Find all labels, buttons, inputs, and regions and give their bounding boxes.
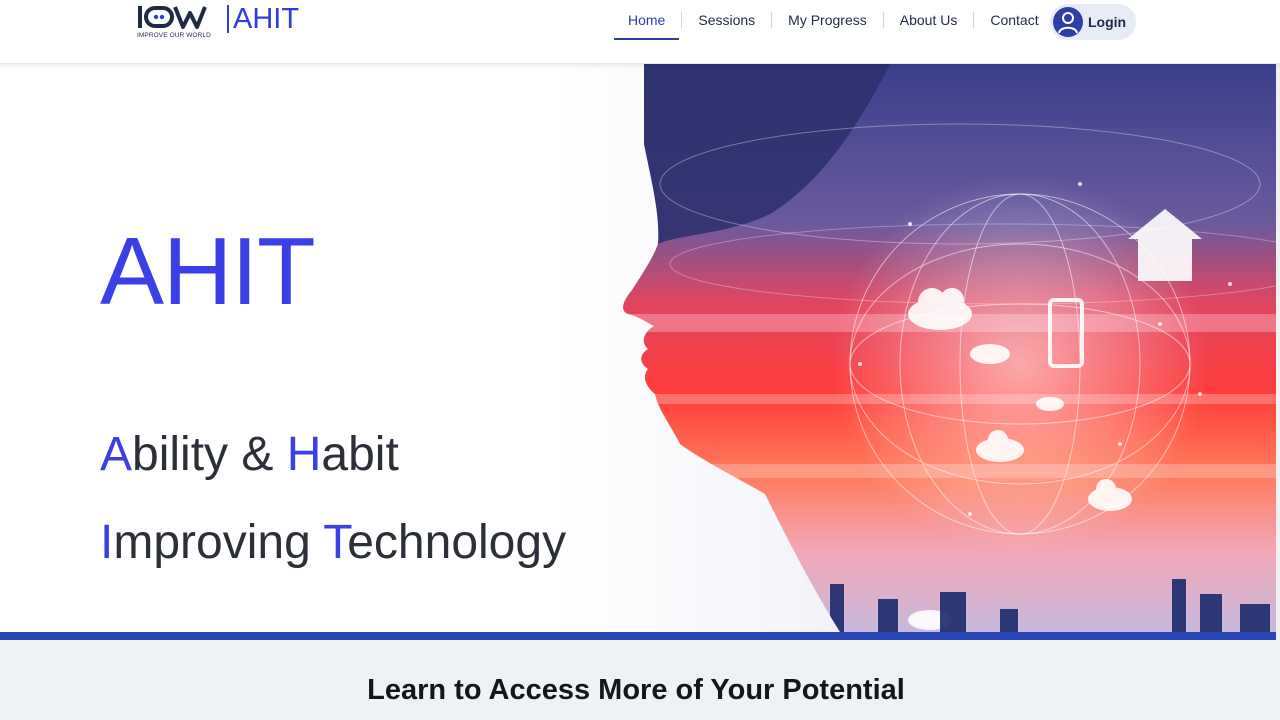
hero-line-improving-technology: Improving Technology — [100, 515, 566, 571]
logo-divider — [227, 5, 229, 33]
hero-accent-letter: T — [323, 516, 348, 569]
hero-text: echnology — [347, 516, 567, 569]
iow-logo-mark: IMPROVE OUR WORLD — [137, 4, 219, 40]
site-header: IMPROVE OUR WORLD AHIT Home Sessions My … — [0, 0, 1280, 64]
hero-accent-letter: H — [286, 428, 322, 481]
nav-sessions[interactable]: Sessions — [682, 0, 771, 40]
hero-line-ability-habit: Ability & Habit — [100, 427, 399, 483]
logo-product-name: AHIT — [233, 3, 300, 35]
hero-section: AHIT Ability & Habit Improving Technolog… — [0, 64, 1280, 632]
logo-tagline: IMPROVE OUR WORLD — [137, 32, 211, 39]
main-nav: Home Sessions My Progress About Us Conta… — [612, 0, 1056, 40]
nav-about-us[interactable]: About Us — [884, 0, 974, 40]
page-scrollbar[interactable] — [1276, 0, 1280, 720]
nav-contact[interactable]: Contact — [974, 0, 1054, 40]
login-button[interactable]: Login — [1050, 4, 1136, 40]
hero-title: AHIT — [100, 218, 316, 325]
hero-text: bility & — [132, 428, 287, 481]
iow-logo-icon — [138, 6, 207, 29]
nav-home[interactable]: Home — [612, 0, 681, 40]
hero-text: abit — [321, 428, 399, 481]
login-label: Login — [1088, 14, 1127, 30]
brand-logo[interactable]: IMPROVE OUR WORLD AHIT — [137, 3, 300, 40]
section-title: Learn to Access More of Your Potential — [367, 674, 905, 706]
hero-accent-letter: I — [100, 516, 114, 569]
nav-my-progress[interactable]: My Progress — [772, 0, 883, 40]
hero-bottom-bar — [0, 632, 1276, 640]
potential-section: Learn to Access More of Your Potential — [0, 640, 1280, 720]
user-icon — [1053, 7, 1083, 37]
hero-text: mproving — [113, 516, 324, 569]
hero-accent-letter: A — [100, 428, 133, 481]
hero-image — [560, 64, 1280, 632]
